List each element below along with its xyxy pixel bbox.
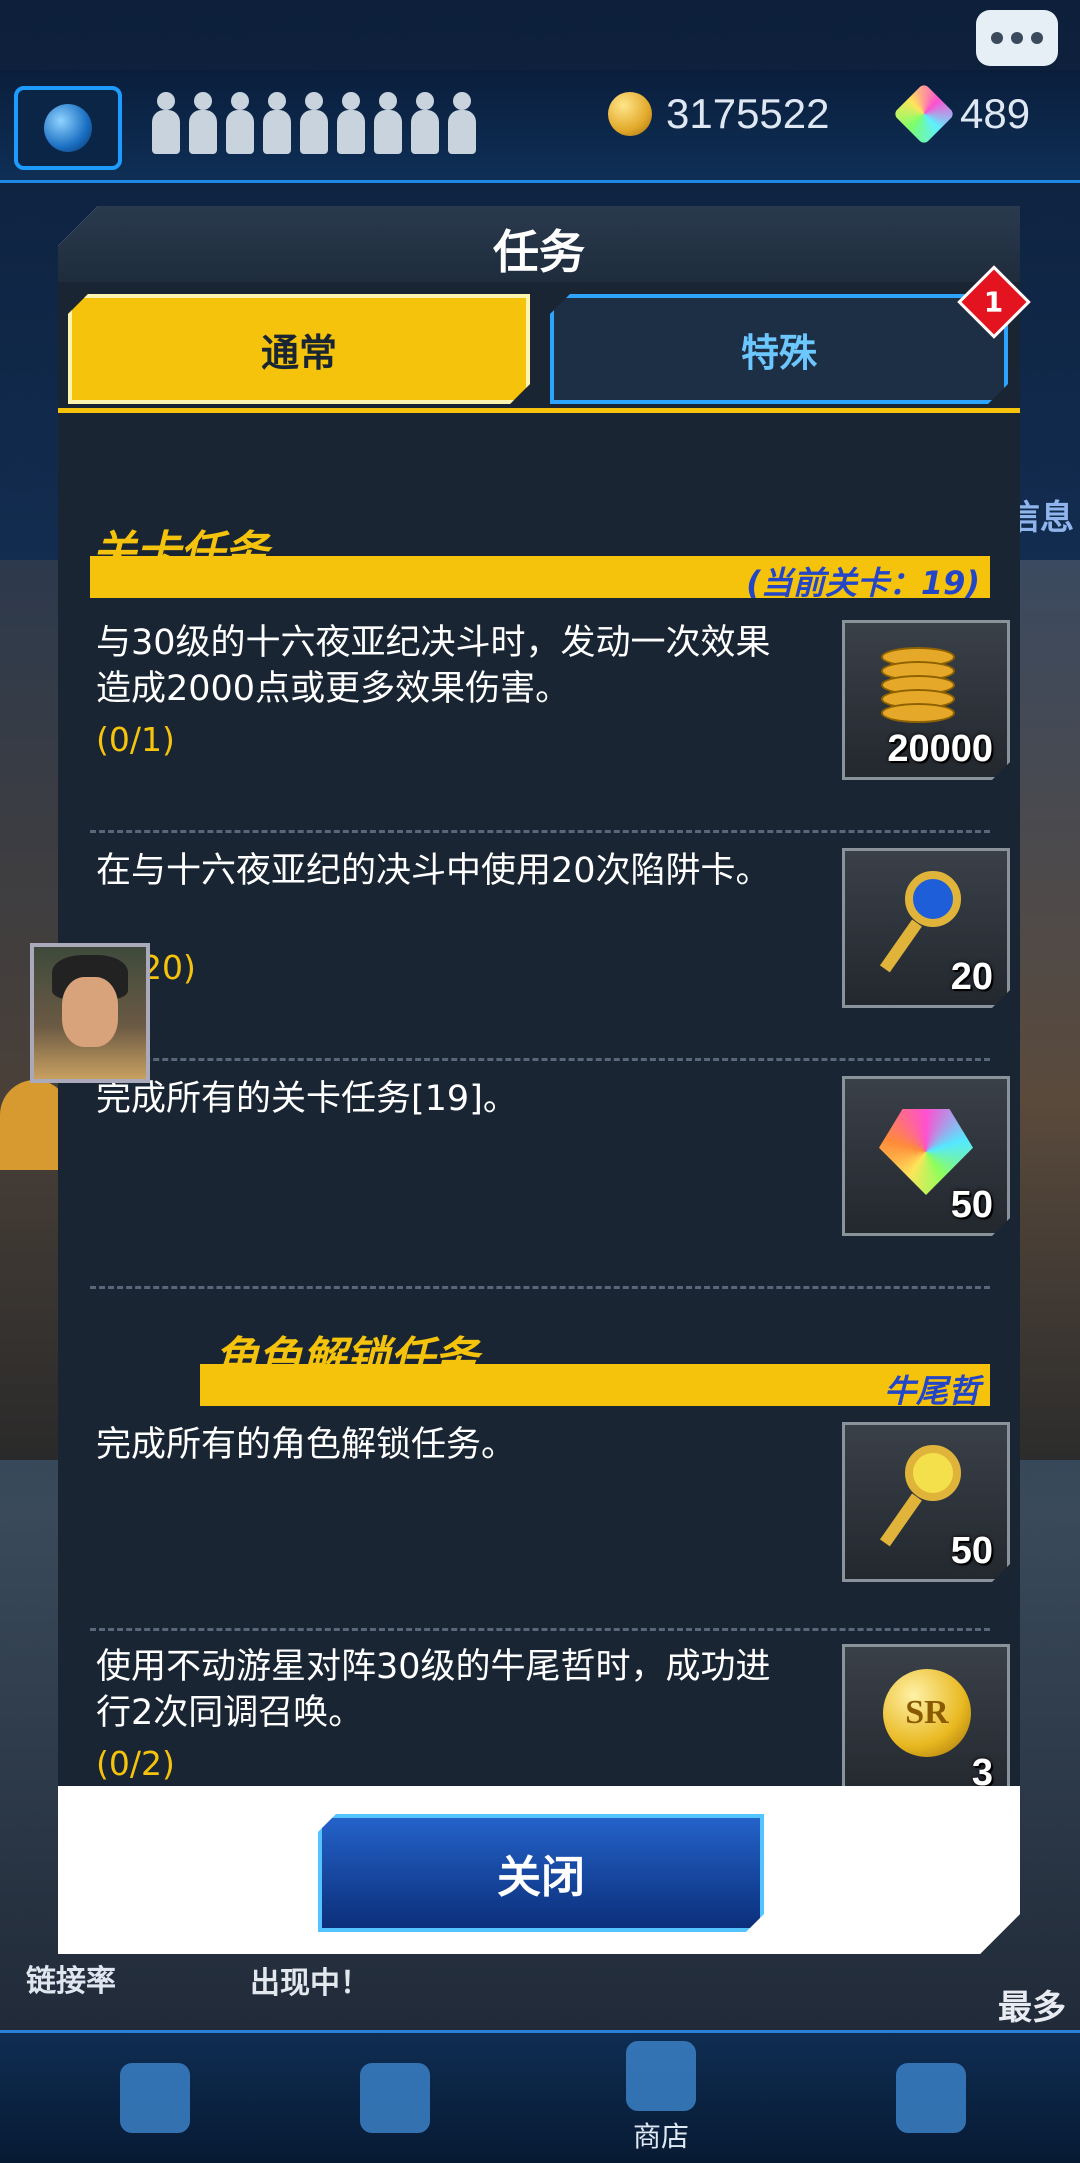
sr-ticket-icon: SR — [883, 1669, 971, 1757]
cart-icon — [626, 2041, 696, 2111]
reward-box[interactable]: SR 3 — [842, 1644, 1010, 1786]
reward-box[interactable]: 50 — [842, 1076, 1010, 1236]
mission-row: 在与十六夜亚纪的决斗中使用20次陷阱卡。 (9/20) 20 — [90, 848, 990, 1038]
character-avatar — [30, 943, 150, 1083]
nav-deck[interactable] — [856, 2041, 1006, 2155]
reward-quantity: 50 — [950, 1184, 993, 1226]
pawn-icon — [189, 92, 217, 154]
gold-counter[interactable]: 3175522 — [608, 90, 830, 138]
dialog-title-bar: 任务 — [58, 206, 1020, 282]
pawn-icon — [448, 92, 476, 154]
reward-quantity: 50 — [950, 1530, 993, 1572]
mission-text: 使用不动游星对阵30级的牛尾哲时，成功进行2次同调召唤。 — [96, 1647, 771, 1733]
character-section-subtitle: 牛尾哲 — [883, 1372, 980, 1410]
chat-button[interactable] — [976, 10, 1058, 66]
mission-row: 使用不动游星对阵30级的牛尾哲时，成功进行2次同调召唤。 (0/2) SR 3 — [90, 1644, 990, 1786]
pawn-icon — [337, 92, 365, 154]
pawn-icon — [411, 92, 439, 154]
mission-row: 与30级的十六夜亚纪决斗时，发动一次效果造成2000点或更多效果伤害。 (0/1… — [90, 620, 990, 810]
link-rate-label: 链接率 — [26, 1964, 116, 1999]
mission-progress: (0/1) — [96, 720, 175, 759]
character-section-bar — [200, 1364, 990, 1406]
reward-quantity: 3 — [971, 1752, 993, 1786]
mission-row: 完成所有的关卡任务[19]。 50 — [90, 1076, 990, 1266]
mission-text: 完成所有的关卡任务[19]。 — [96, 1079, 518, 1119]
reward-box[interactable]: 20000 — [842, 620, 1010, 780]
nav-duel[interactable] — [320, 2041, 470, 2155]
tab-special[interactable]: 特殊 — [550, 294, 1008, 404]
chat-dot-icon — [1031, 32, 1043, 44]
nav-duelist-settings[interactable] — [80, 2041, 230, 2155]
event-strip-text: 出现中！ — [250, 1966, 370, 2001]
nav-shop[interactable]: 商店 — [586, 2041, 736, 2155]
mission-list[interactable]: 关卡任务 (当前关卡：19) 与30级的十六夜亚纪决斗时，发动一次效果造成200… — [58, 496, 1020, 1786]
gem-counter[interactable]: 489 — [892, 82, 1031, 146]
pawn-icon — [300, 92, 328, 154]
reward-quantity: 20 — [950, 956, 993, 998]
swords-icon — [360, 2063, 430, 2133]
dialog-footer: 关闭 — [58, 1786, 1020, 1954]
cards-icon — [896, 2063, 966, 2133]
gem-icon — [892, 82, 956, 146]
gold-coin-icon — [608, 92, 652, 136]
dialog-title: 任务 — [493, 225, 585, 279]
divider — [90, 1058, 990, 1061]
shop-label: 商店 — [632, 2120, 689, 2153]
mission-text: 在与十六夜亚纪的决斗中使用20次陷阱卡。 — [96, 851, 771, 891]
tab-underline — [58, 408, 1020, 413]
mission-text: 与30级的十六夜亚纪决斗时，发动一次效果造成2000点或更多效果伤害。 — [96, 623, 771, 709]
mission-dialog: 任务 通常 特殊 关卡任务 (当前关卡：19) 与30级的十六夜亚纪决斗时，发动… — [58, 206, 1020, 1954]
stage-section-subtitle: (当前关卡：19) — [746, 564, 980, 602]
chat-dot-icon — [1011, 32, 1023, 44]
chat-dot-icon — [991, 32, 1003, 44]
reward-box[interactable]: 50 — [842, 1422, 1010, 1582]
rainbow-gem-icon — [879, 1109, 973, 1195]
pawn-icon — [226, 92, 254, 154]
globe-icon — [44, 104, 92, 152]
gem-amount: 489 — [960, 90, 1031, 137]
divider — [90, 1628, 990, 1631]
mission-row: 完成所有的角色解锁任务。 50 — [90, 1422, 990, 1612]
pawn-icon — [374, 92, 402, 154]
reward-box[interactable]: 20 — [842, 848, 1010, 1008]
pawn-icon — [152, 92, 180, 154]
divider — [90, 1286, 990, 1289]
divider — [90, 830, 990, 833]
mission-progress: (0/2) — [96, 1744, 175, 1783]
duelist-slots — [152, 92, 476, 154]
bottom-nav: 商店 — [0, 2030, 1080, 2163]
pawn-icon — [263, 92, 291, 154]
mission-text: 完成所有的角色解锁任务。 — [96, 1425, 517, 1465]
top-bar: 3175522 489 — [0, 70, 1080, 183]
globe-button[interactable] — [14, 86, 122, 170]
gold-coins-icon — [881, 643, 961, 739]
gold-amount: 3175522 — [666, 90, 830, 137]
tab-normal[interactable]: 通常 — [68, 294, 530, 404]
gear-icon — [120, 2063, 190, 2133]
max-label: 最多 — [998, 1988, 1066, 2028]
close-button[interactable]: 关闭 — [318, 1814, 764, 1932]
reward-quantity: 20000 — [887, 728, 993, 770]
